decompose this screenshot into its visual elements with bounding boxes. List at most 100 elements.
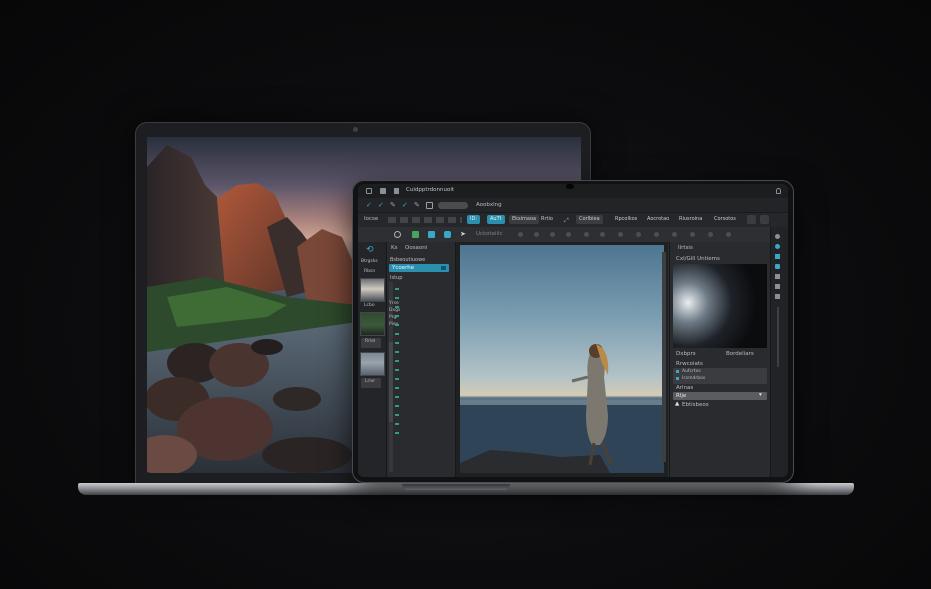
layer-tree-icons[interactable] — [395, 288, 399, 438]
expand-icon[interactable]: ⤢ — [564, 217, 571, 224]
tool-strip-icon-7[interactable] — [775, 294, 780, 299]
toolbar-button-id[interactable]: ID: — [467, 215, 481, 224]
grid-icon[interactable] — [380, 188, 386, 194]
preview-image — [673, 264, 767, 348]
rail-label-rrlel-text: Rrlel — [365, 339, 376, 344]
layers-header: Bsbeoutiuowe — [390, 257, 426, 263]
rail-label-lcbo: Lcbo — [364, 303, 375, 308]
tool-strip-icon-3[interactable] — [775, 254, 780, 259]
tool-icon-9[interactable] — [654, 232, 659, 237]
tool-icon-7[interactable] — [618, 232, 623, 237]
tool-options-bar: ✓ ✓ ✎ ✓ ✎ Aoobxlng — [358, 198, 788, 213]
tool-strip-icon-5[interactable] — [775, 274, 780, 279]
rail-label-lrivr: Lrivr — [361, 378, 381, 388]
tool-strip-icon-2[interactable] — [775, 244, 780, 249]
app-title: Cuidpptrdonnuoit — [406, 187, 455, 193]
blue-square-icon[interactable] — [428, 231, 435, 238]
pen-icon[interactable]: ✎ — [390, 202, 397, 209]
toggle-switch[interactable] — [438, 202, 468, 209]
thumbnail-3[interactable] — [360, 352, 385, 376]
maximize-button[interactable] — [760, 215, 769, 224]
tool-icon-1[interactable] — [518, 232, 523, 237]
left-rail: ⟲ Btrgsks Rbsn Lcbo Rrlel Lrivr — [358, 242, 387, 477]
select-dropdown[interactable]: Rlje ▾ — [673, 392, 767, 400]
tool-icon-11[interactable] — [690, 232, 695, 237]
tool-icon-6[interactable] — [600, 232, 605, 237]
toolbar-button-adjust[interactable]: Aocrotao — [644, 215, 672, 224]
tool-strip-icon-4[interactable] — [775, 264, 780, 269]
preview-left-caption: Dxbprs — [676, 351, 696, 357]
crop-icon[interactable] — [426, 202, 433, 209]
tool-strip-scrollbar[interactable] — [777, 307, 779, 367]
rotate-icon[interactable]: ⟲ — [366, 246, 374, 255]
tool-strip-icon-1[interactable] — [775, 234, 780, 239]
rail-label-lrivr-text: Lrivr — [365, 379, 376, 384]
brush-icon[interactable]: ✓ — [378, 202, 385, 209]
panel-subtitle: Cxl/Gill Untiems — [676, 256, 720, 262]
main-toolbar: Iocse ID: AuTt Eksimaoa Rrtio ⤢ Corlbiea… — [358, 213, 788, 228]
layers-scrollbar-thumb[interactable] — [389, 342, 393, 422]
toolbar-button-auto[interactable]: AuTt — [487, 215, 505, 224]
canvas-scrollbar[interactable] — [662, 252, 666, 462]
app-menu-icon[interactable] — [366, 188, 372, 194]
tool-icon-12[interactable] — [708, 232, 713, 237]
selected-layer[interactable]: Ycoerhe — [389, 264, 449, 272]
toolbar-button-resize[interactable]: Riusroina — [676, 215, 705, 224]
thumbnail-2[interactable] — [360, 312, 385, 336]
photo-editor-app: Cuidpptrdonnuoit ✓ ✓ ✎ ✓ ✎ Aoobxlng Iocs… — [358, 184, 788, 477]
layers-icon[interactable] — [444, 231, 451, 238]
panel-title: Ilrtsis — [678, 245, 693, 251]
tool-icon-13[interactable] — [726, 232, 731, 237]
cursor-icon[interactable]: ➤ — [460, 231, 467, 238]
field-label: Arlnas — [676, 385, 694, 391]
chevron-down-icon[interactable]: ▾ — [759, 392, 762, 399]
toolbar-left-label: Iocse — [364, 216, 379, 222]
workspace-tag[interactable]: Aoobxlng — [476, 202, 502, 209]
undo-redo-controls[interactable] — [388, 217, 462, 223]
selected-layer-label: Ycoerhe — [392, 264, 415, 271]
panel-tab-ks[interactable]: Ks — [391, 245, 397, 252]
canvas-area[interactable] — [456, 242, 668, 477]
document-icon[interactable] — [394, 188, 399, 194]
user-icon[interactable] — [776, 188, 781, 194]
tool-icon-10[interactable] — [672, 232, 677, 237]
toolbar-button-export[interactable]: Corsotos — [711, 215, 739, 224]
warning-label: Ebtisbeos — [682, 402, 709, 408]
edited-photo-canvas[interactable] — [460, 245, 664, 473]
thumbnail-1[interactable] — [360, 278, 385, 302]
secondary-toolbar: ➤ Uckotaiiic — [358, 227, 788, 243]
rail-label-brightness: Btrgsks — [361, 259, 378, 264]
tablet-camera — [566, 184, 574, 189]
option-2-label[interactable]: Icsmdrbos — [682, 376, 705, 382]
check-icon[interactable]: ✓ — [366, 202, 373, 209]
options-box: Aufcrtos Icsmdrbos — [673, 368, 767, 384]
tool-icon-8[interactable] — [636, 232, 641, 237]
tool-strip-icon-6[interactable] — [775, 284, 780, 289]
tool-icon-3[interactable] — [550, 232, 555, 237]
toolbar-button-color[interactable]: Corlbiea — [576, 215, 603, 224]
search-icon[interactable] — [394, 231, 401, 238]
select-value: Rlje — [676, 392, 687, 399]
panel-tab-options[interactable]: Oosaoni — [405, 245, 427, 252]
minimize-button[interactable] — [747, 215, 756, 224]
section-label: Rrwcoiats — [676, 361, 703, 367]
marker-icon[interactable]: ✎ — [414, 202, 421, 209]
laptop-camera — [353, 127, 358, 132]
toolbar-button-presets[interactable]: Rpcolkos — [612, 215, 640, 224]
rail-label-rbsn: Rbsn — [364, 269, 376, 274]
layers-panel: Ks Oosaoni Bsbeoutiuowe Ycoerhe Istup Yr… — [387, 242, 456, 477]
layers-group-label: Istup — [390, 275, 403, 281]
warning-icon: ▲ — [675, 401, 680, 407]
layer-options-icon[interactable] — [441, 266, 446, 270]
option-2-icon[interactable] — [676, 377, 679, 380]
eyedropper-icon[interactable]: ✓ — [402, 202, 409, 209]
option-1-label[interactable]: Aufcrtos — [682, 369, 701, 375]
green-square-icon[interactable] — [412, 231, 419, 238]
woman-by-sea-image — [460, 344, 664, 473]
option-1-icon[interactable] — [676, 370, 679, 373]
toolbar-button-ratio[interactable]: Rrtio — [538, 215, 556, 224]
tool-icon-2[interactable] — [534, 232, 539, 237]
tool-icon-5[interactable] — [584, 232, 589, 237]
tool-icon-4[interactable] — [566, 232, 571, 237]
toolbar-button-enhance[interactable]: Eksimaoa — [509, 215, 540, 224]
